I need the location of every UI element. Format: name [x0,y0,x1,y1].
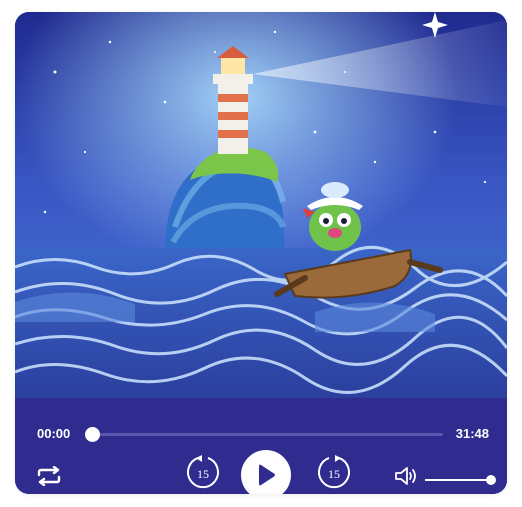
progress-bar[interactable] [85,427,443,442]
volume-button[interactable] [394,465,420,487]
forward-seconds-label: 15 [328,466,340,481]
audio-player: 00:00 31:48 15 15 [15,12,507,494]
volume-handle[interactable] [486,475,496,485]
player-controls: 00:00 31:48 15 15 [15,398,507,494]
rewind-15-button[interactable]: 15 [183,453,223,493]
play-button[interactable] [241,450,291,494]
episode-artwork [15,12,507,398]
volume-slider[interactable] [425,475,496,485]
forward-15-button[interactable]: 15 [314,453,354,493]
repeat-icon [37,466,61,486]
progress-handle[interactable] [85,427,100,442]
volume-fill [425,479,491,481]
volume-icon [395,467,416,485]
rewind-seconds-label: 15 [197,466,209,481]
total-time: 31:48 [455,426,489,441]
repeat-button[interactable] [35,465,63,487]
current-time: 00:00 [37,426,71,441]
play-icon [259,464,275,486]
